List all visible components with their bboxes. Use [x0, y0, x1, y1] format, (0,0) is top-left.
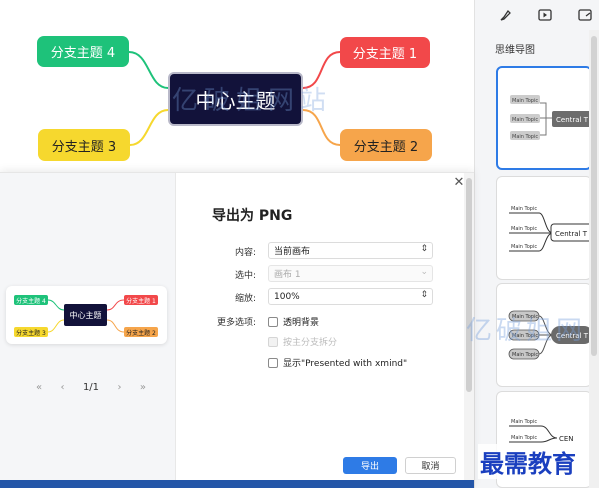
selected-label: 选中:: [234, 271, 256, 281]
thumb-central-label: Central T: [556, 332, 589, 340]
more-options-label: 更多选项:: [216, 318, 256, 328]
split-branches-option[interactable]: 按主分支拆分: [268, 335, 337, 348]
template-preview: Main Topic Main Topic Main Topic Central…: [508, 310, 591, 360]
format-panel: 思维导图 Main Topic Main Topic Main Topic Ce…: [474, 0, 599, 488]
dialog-scrollbar[interactable]: [464, 173, 474, 488]
zoom-label: 缩放:: [234, 294, 256, 304]
panel-section-title: 思维导图: [495, 45, 535, 56]
app-window: 分支主题 4 分支主题 1 中心主题 分支主题 3 分支主题 2 亿破姐网站 思…: [0, 0, 599, 488]
template-thumbnail[interactable]: Main Topic Main Topic Main Topic Central…: [496, 283, 592, 387]
thumb-central-label: Central T: [555, 230, 588, 238]
preview-branch-1: 分支主题 1: [124, 295, 158, 305]
template-thumbnail[interactable]: Main Topic Main Topic Main Topic Central…: [496, 176, 592, 280]
presented-with-xmind-option[interactable]: 显示"Presented with xmind": [268, 356, 407, 369]
branch-topic-1[interactable]: 分支主题 1: [340, 37, 430, 68]
preview-central: 中心主题: [64, 304, 107, 326]
template-preview: Main Topic Main Topic Main Topic Central…: [509, 206, 591, 252]
mindmap-canvas[interactable]: 分支主题 4 分支主题 1 中心主题 分支主题 3 分支主题 2 亿破姐网站: [0, 0, 474, 172]
central-topic[interactable]: 中心主题: [168, 72, 303, 126]
branch-topic-2[interactable]: 分支主题 2: [340, 129, 432, 161]
thumb-topic-label: Main Topic: [512, 98, 538, 104]
selected-select-value: 画布 1: [274, 270, 301, 280]
updown-chevron-icon: ⇕: [420, 290, 428, 300]
export-preview-image: 分支主题 4 分支主题 1 中心主题 分支主题 3 分支主题 2: [6, 286, 167, 344]
template-thumbnail[interactable]: Main Topic Main Topic Main Topic Central…: [496, 66, 592, 170]
next-page-icon[interactable]: ›: [117, 382, 121, 393]
thumb-topic-label: Main Topic: [511, 435, 537, 441]
thumb-topic-label: Main Topic: [512, 134, 538, 140]
cancel-button[interactable]: 取消: [405, 457, 456, 474]
export-preview-pane: 分支主题 4 分支主题 1 中心主题 分支主题 3 分支主题 2 « ‹ 1/1…: [0, 173, 176, 488]
thumb-topic-label: Main Topic: [512, 117, 538, 123]
template-preview: Main Topic Main Topic Main Topic Central…: [510, 95, 590, 140]
thumb-central-label: Central T: [556, 116, 589, 124]
preview-branch-3: 分支主题 3: [14, 327, 48, 337]
panel-scrollbar-thumb[interactable]: [591, 36, 597, 356]
thumb-topic-label: Main Topic: [511, 226, 537, 232]
branch-topic-4[interactable]: 分支主题 4: [37, 36, 129, 67]
note-icon[interactable]: [577, 7, 593, 23]
option-label: 显示"Presented with xmind": [283, 359, 408, 369]
content-select[interactable]: 当前画布 ⇕: [268, 242, 433, 259]
panel-tabs: [475, 0, 599, 30]
prev-page-icon[interactable]: ‹: [61, 382, 65, 393]
thumb-central-label: CEN: [559, 435, 574, 443]
thumb-topic-label: Main Topic: [512, 333, 538, 339]
content-label: 内容:: [234, 248, 256, 258]
chevron-down-icon: ⌄: [420, 267, 428, 277]
page-count: 1/1: [82, 381, 100, 393]
zoom-select-value: 100%: [274, 291, 300, 302]
thumb-topic-label: Main Topic: [511, 244, 537, 250]
checkbox[interactable]: [268, 357, 278, 368]
brush-icon[interactable]: [497, 7, 513, 23]
checkbox[interactable]: [268, 336, 278, 347]
last-page-icon[interactable]: »: [140, 382, 146, 393]
preview-pager: « ‹ 1/1 › »: [36, 379, 146, 395]
bottom-strip: [0, 480, 474, 488]
selected-select[interactable]: 画布 1 ⌄: [268, 265, 433, 282]
panel-scrollbar[interactable]: [589, 30, 599, 488]
thumb-topic-label: Main Topic: [511, 206, 537, 212]
content-select-value: 当前画布: [274, 247, 311, 257]
preview-branch-2: 分支主题 2: [124, 327, 158, 337]
watermark-logo-text: 最需教育: [478, 444, 578, 479]
transparent-bg-option[interactable]: 透明背景: [268, 315, 319, 328]
first-page-icon[interactable]: «: [36, 382, 42, 393]
option-label: 透明背景: [283, 318, 320, 328]
preview-branch-4: 分支主题 4: [14, 295, 48, 305]
branch-topic-3[interactable]: 分支主题 3: [38, 129, 130, 161]
dialog-title: 导出为 PNG: [212, 208, 293, 224]
checkbox[interactable]: [268, 316, 278, 327]
thumb-topic-label: Main Topic: [511, 419, 537, 425]
export-button[interactable]: 导出: [343, 457, 397, 474]
thumb-topic-label: Main Topic: [512, 352, 538, 358]
zoom-select[interactable]: 100% ⇕: [268, 288, 433, 305]
option-label: 按主分支拆分: [283, 338, 338, 348]
play-icon[interactable]: [537, 7, 553, 23]
export-png-dialog: 分支主题 4 分支主题 1 中心主题 分支主题 3 分支主题 2 « ‹ 1/1…: [0, 172, 474, 488]
updown-chevron-icon: ⇕: [420, 244, 428, 254]
thumb-topic-label: Main Topic: [512, 314, 538, 320]
dialog-scrollbar-thumb[interactable]: [466, 178, 472, 392]
